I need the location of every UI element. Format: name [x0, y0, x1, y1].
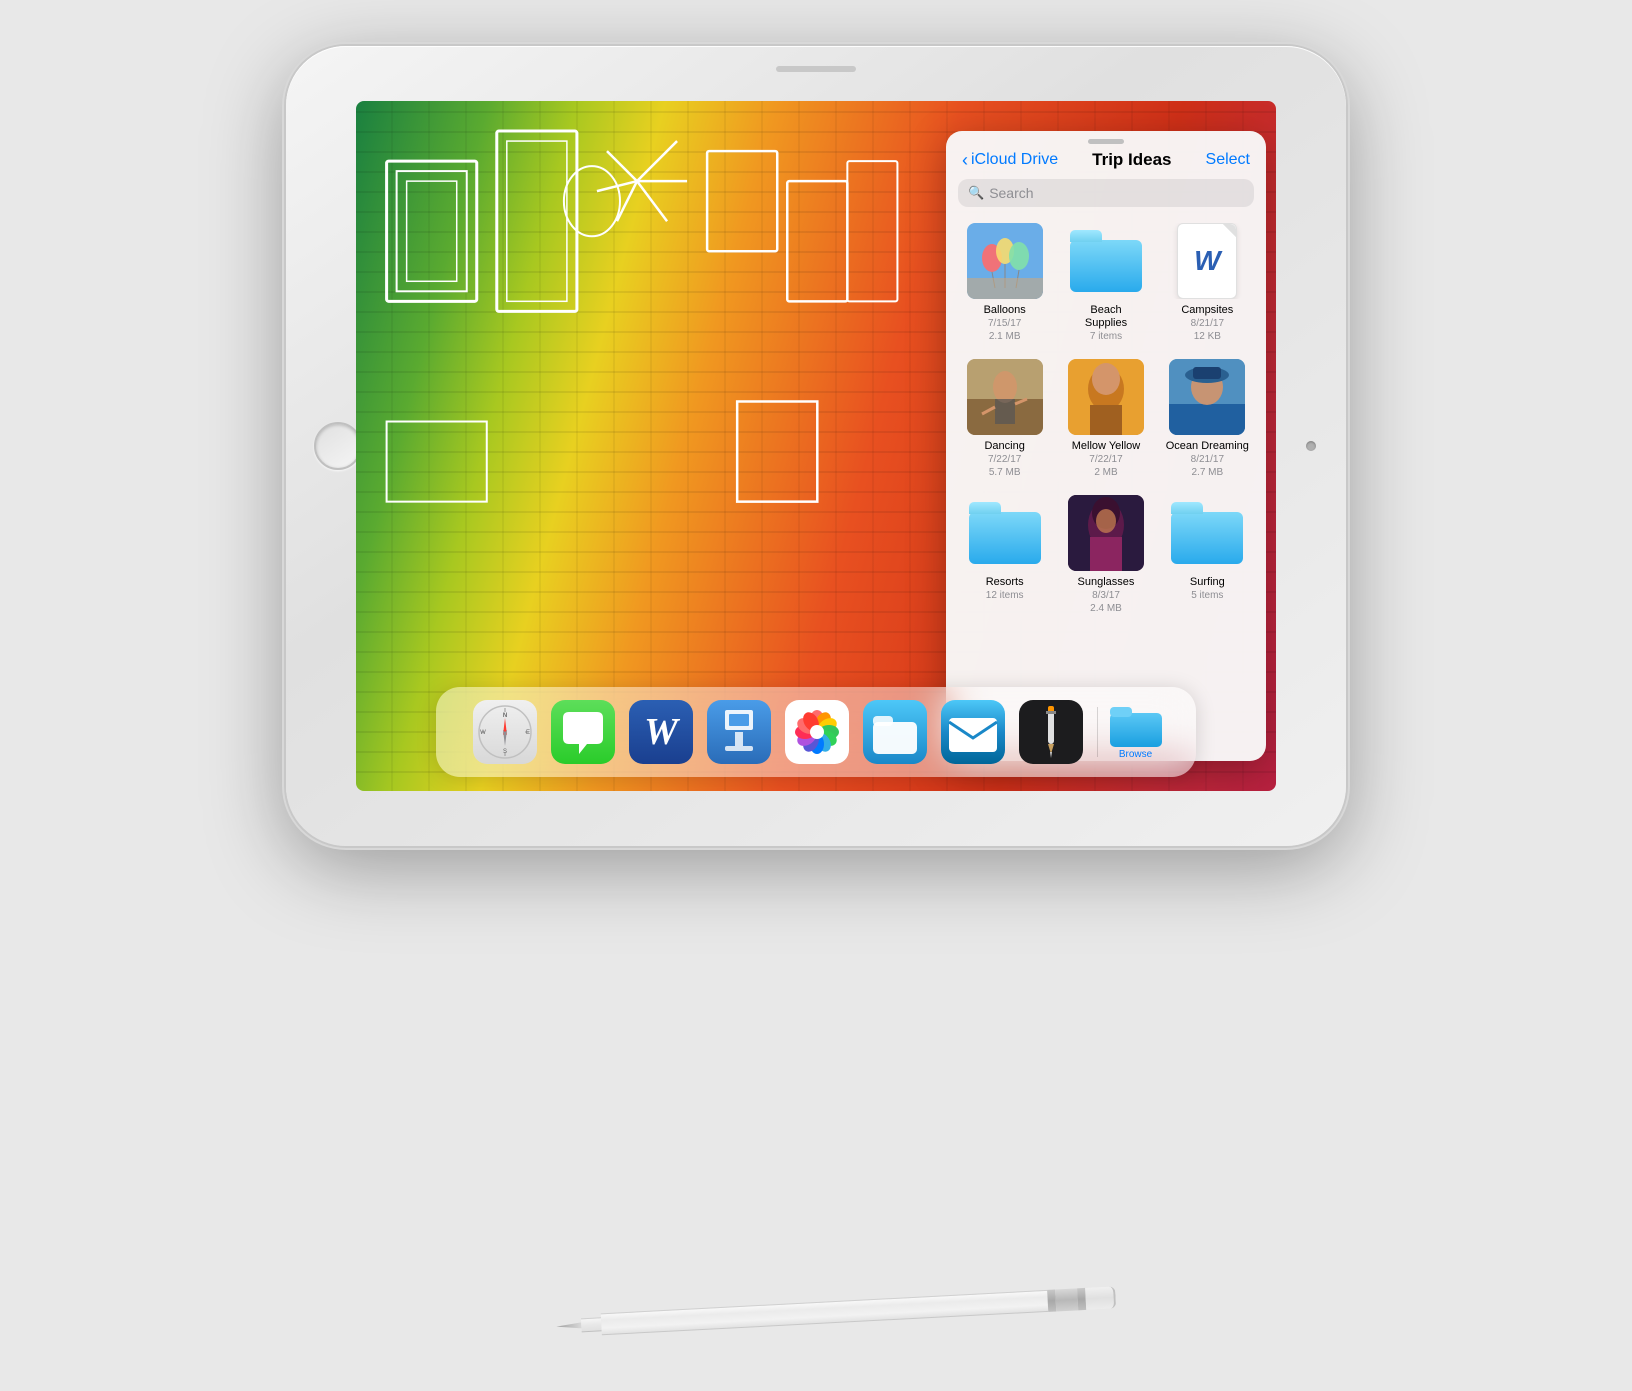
- beach-supplies-name: BeachSupplies: [1085, 304, 1127, 330]
- file-item-balloons[interactable]: Balloons 7/15/172.1 MB: [958, 217, 1051, 349]
- back-chevron-icon: ‹: [962, 150, 968, 171]
- file-item-ocean-dreaming[interactable]: Ocean Dreaming 8/21/172.7 MB: [1161, 353, 1254, 485]
- file-thumb-resorts: [967, 495, 1043, 571]
- pencil-metal: [1055, 1288, 1078, 1311]
- mellow-yellow-name: Mellow Yellow: [1072, 440, 1140, 453]
- dock-app-browse[interactable]: Browse: [1110, 703, 1162, 760]
- ocean-dreaming-photo: [1169, 359, 1245, 435]
- svg-text:S: S: [502, 749, 506, 755]
- dancing-photo: [967, 359, 1043, 435]
- sunglasses-name: Sunglasses: [1078, 576, 1135, 589]
- files-grid: Balloons 7/15/172.1 MB BeachSu: [946, 217, 1266, 761]
- file-item-campsites[interactable]: W Campsites 8/21/1712 KB: [1161, 217, 1254, 349]
- ocean-dreaming-name: Ocean Dreaming: [1166, 440, 1249, 453]
- files-header: ‹ iCloud Drive Trip Ideas Select: [946, 148, 1266, 179]
- search-icon: 🔍: [968, 185, 984, 201]
- back-button[interactable]: ‹ iCloud Drive: [962, 150, 1058, 171]
- file-thumb-mellow-yellow: [1068, 359, 1144, 435]
- file-thumb-ocean-dreaming: [1169, 359, 1245, 435]
- mellow-yellow-photo: [1068, 359, 1144, 435]
- drag-pill: [1088, 139, 1124, 144]
- search-placeholder: Search: [989, 185, 1033, 201]
- surfing-name: Surfing: [1190, 576, 1225, 589]
- pencil-body: [601, 1289, 1049, 1334]
- dancing-meta: 7/22/175.7 MB: [988, 453, 1021, 479]
- campsites-doc: W: [1177, 223, 1237, 299]
- dock-app-files[interactable]: [861, 698, 929, 766]
- file-item-mellow-yellow[interactable]: Mellow Yellow 7/22/172 MB: [1059, 353, 1152, 485]
- file-item-sunglasses[interactable]: Sunglasses 8/3/172.4 MB: [1059, 489, 1152, 621]
- file-thumb-beach-supplies: [1068, 223, 1144, 299]
- sunglasses-meta: 8/3/172.4 MB: [1090, 589, 1122, 615]
- browse-label: Browse: [1119, 749, 1152, 760]
- ocean-dreaming-meta: 8/21/172.7 MB: [1191, 453, 1224, 479]
- dock-app-mail[interactable]: [939, 698, 1007, 766]
- pencil-taper: [581, 1317, 602, 1332]
- pencil-tip: [556, 1322, 581, 1329]
- select-button[interactable]: Select: [1206, 151, 1250, 169]
- dock-app-keynote[interactable]: [705, 698, 773, 766]
- svg-text:E: E: [525, 730, 529, 736]
- svg-text:W: W: [644, 711, 681, 753]
- home-button[interactable]: [314, 422, 362, 470]
- word-icon-letter: W: [1194, 245, 1220, 277]
- apple-pencil: [556, 1283, 1117, 1340]
- dock-app-safari[interactable]: N S E W: [471, 698, 539, 766]
- dock: N S E W: [436, 687, 1196, 777]
- resorts-meta: 12 items: [986, 589, 1024, 602]
- file-thumb-surfing: [1169, 495, 1245, 571]
- surfing-meta: 5 items: [1191, 589, 1223, 602]
- balloons-photo: [967, 223, 1043, 299]
- dock-app-photos[interactable]: [783, 698, 851, 766]
- drag-handle: [946, 131, 1266, 148]
- search-bar[interactable]: 🔍 Search: [958, 179, 1254, 207]
- scene: ‹ iCloud Drive Trip Ideas Select 🔍 Searc…: [216, 46, 1416, 1346]
- file-item-beach-supplies[interactable]: BeachSupplies 7 items: [1059, 217, 1152, 349]
- balloons-name: Balloons: [984, 304, 1026, 317]
- dock-app-messages[interactable]: [549, 698, 617, 766]
- screen-content: ‹ iCloud Drive Trip Ideas Select 🔍 Searc…: [356, 101, 1276, 791]
- camera-dot: [1306, 441, 1316, 451]
- file-thumb-campsites: W: [1169, 223, 1245, 299]
- balloons-meta: 7/15/172.1 MB: [988, 317, 1021, 343]
- svg-text:W: W: [480, 730, 486, 736]
- file-thumb-dancing: [967, 359, 1043, 435]
- dock-app-word[interactable]: W: [627, 698, 695, 766]
- file-item-surfing[interactable]: Surfing 5 items: [1161, 489, 1254, 621]
- ipad-screen: ‹ iCloud Drive Trip Ideas Select 🔍 Searc…: [356, 101, 1276, 791]
- dancing-name: Dancing: [984, 440, 1024, 453]
- mellow-yellow-meta: 7/22/172 MB: [1089, 453, 1122, 479]
- files-panel: ‹ iCloud Drive Trip Ideas Select 🔍 Searc…: [946, 131, 1266, 761]
- back-label: iCloud Drive: [971, 151, 1058, 169]
- resorts-name: Resorts: [986, 576, 1024, 589]
- ipad-top-bar: [776, 66, 856, 72]
- file-item-dancing[interactable]: Dancing 7/22/175.7 MB: [958, 353, 1051, 485]
- file-thumb-balloons: [967, 223, 1043, 299]
- pencil-cap: [1085, 1286, 1116, 1310]
- file-thumb-sunglasses: [1068, 495, 1144, 571]
- file-item-resorts[interactable]: Resorts 12 items: [958, 489, 1051, 621]
- folder-title: Trip Ideas: [1092, 150, 1171, 170]
- dock-separator: [1097, 707, 1098, 757]
- sunglasses-photo: [1068, 495, 1144, 571]
- campsites-meta: 8/21/1712 KB: [1191, 317, 1224, 343]
- beach-supplies-meta: 7 items: [1090, 330, 1122, 343]
- dock-app-pencil[interactable]: [1017, 698, 1085, 766]
- ipad-frame: ‹ iCloud Drive Trip Ideas Select 🔍 Searc…: [286, 46, 1346, 846]
- campsites-name: Campsites: [1181, 304, 1233, 317]
